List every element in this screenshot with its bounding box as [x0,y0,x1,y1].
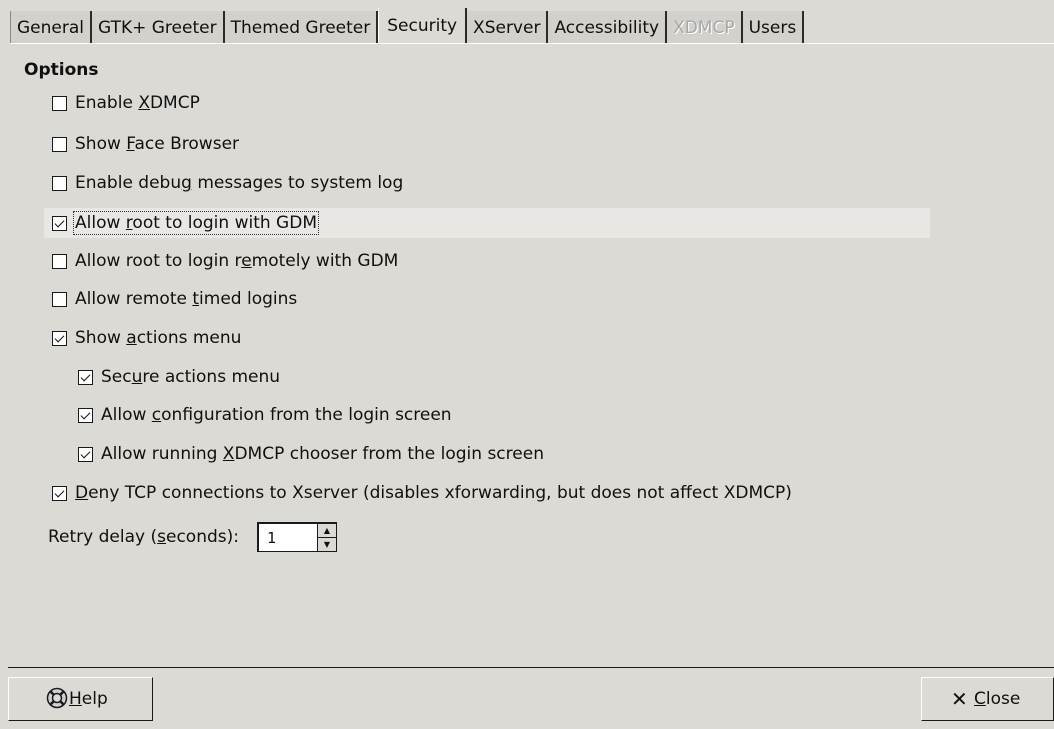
checkbox-box[interactable] [52,330,67,346]
checkbox-box[interactable] [52,136,67,152]
allow-root-remote-login-checkbox[interactable]: Allow root to login remotely with GDM [52,248,398,274]
tab-label: General [17,17,84,38]
help-button-label: Help [69,689,108,709]
tab-label: XDMCP [673,17,735,38]
checkbox-box[interactable] [52,485,67,501]
checkbox-label: Deny TCP connections to Xserver (disable… [75,483,792,503]
close-button[interactable]: ✕ Close [921,677,1054,721]
tab-label: Users [748,17,797,38]
allow-xdmcp-chooser-checkbox[interactable]: Allow running XDMCP chooser from the log… [78,441,544,467]
checkbox-label: Enable XDMCP [75,93,200,113]
show-face-browser-checkbox[interactable]: Show Face Browser [52,131,239,157]
retry-delay-value[interactable]: 1 [259,529,276,547]
tab-label: GTK+ Greeter [98,17,217,38]
retry-delay-spinbutton[interactable]: 1 ▲ ▼ [256,522,337,552]
checkbox-box[interactable] [52,175,67,191]
close-button-label: Close [974,689,1021,709]
help-button[interactable]: Help [8,677,153,721]
tab-gtk-greeter[interactable]: GTK+ Greeter [92,11,225,44]
tab-general[interactable]: General [10,11,92,44]
spin-arrows: ▲ ▼ [316,524,336,551]
tab-xserver[interactable]: XServer [467,11,549,44]
allow-root-login-checkbox[interactable]: Allow root to login with GDM [44,208,930,238]
checkbox-label: Show actions menu [75,328,242,348]
help-lifebuoy-icon [46,687,68,709]
retry-delay-label: Retry delay (seconds): [48,527,239,547]
allow-remote-timed-logins-checkbox[interactable]: Allow remote timed logins [52,286,297,312]
checkbox-label: Allow root to login remotely with GDM [75,251,399,271]
tab-security[interactable]: Security [378,8,468,44]
checkbox-label: Enable debug messages to system log [75,173,404,193]
tab-accessibility[interactable]: Accessibility [548,11,668,44]
tab-label: Accessibility [554,17,660,38]
tab-label: XServer [473,17,541,38]
retry-delay-row: Retry delay (seconds): 1 ▲ ▼ [48,522,337,552]
checkbox-box[interactable] [52,253,67,269]
enable-debug-messages-checkbox[interactable]: Enable debug messages to system log [52,170,403,196]
checkbox-label: Allow remote timed logins [75,289,298,309]
tab-themed-greeter[interactable]: Themed Greeter [224,11,379,44]
enable-xdmcp-checkbox[interactable]: Enable XDMCP [52,90,200,116]
button-area-separator [8,667,1054,668]
tab-label: Security [387,16,458,36]
spin-up-icon[interactable]: ▲ [318,524,336,537]
checkbox-box[interactable] [52,291,67,307]
checkbox-label: Show Face Browser [75,134,240,154]
close-icon: ✕ [951,687,968,711]
show-actions-menu-checkbox[interactable]: Show actions menu [52,325,241,351]
checkbox-box[interactable] [78,369,93,385]
spin-down-icon[interactable]: ▼ [317,537,336,551]
checkbox-box[interactable] [78,407,93,423]
checkbox-box[interactable] [78,446,93,462]
checkbox-label: Allow running XDMCP chooser from the log… [101,444,544,464]
allow-configuration-checkbox[interactable]: Allow configuration from the login scree… [78,402,452,428]
gdm-setup-window: General GTK+ Greeter Themed Greeter Secu… [0,0,1054,729]
checkbox-label: Allow root to login with GDM [73,211,319,235]
options-heading: Options [24,60,99,80]
tab-bar: General GTK+ Greeter Themed Greeter Secu… [10,8,805,44]
checkbox-label: Allow configuration from the login scree… [101,405,452,425]
tab-xdmcp: XDMCP [667,11,743,44]
checkbox-box[interactable] [52,95,67,111]
tab-label: Themed Greeter [230,17,371,38]
tab-users[interactable]: Users [742,11,805,44]
checkbox-label: Secure actions menu [101,367,281,387]
deny-tcp-connections-checkbox[interactable]: Deny TCP connections to Xserver (disable… [52,480,792,506]
secure-actions-menu-checkbox[interactable]: Secure actions menu [78,364,280,390]
checkbox-box[interactable] [52,215,67,231]
